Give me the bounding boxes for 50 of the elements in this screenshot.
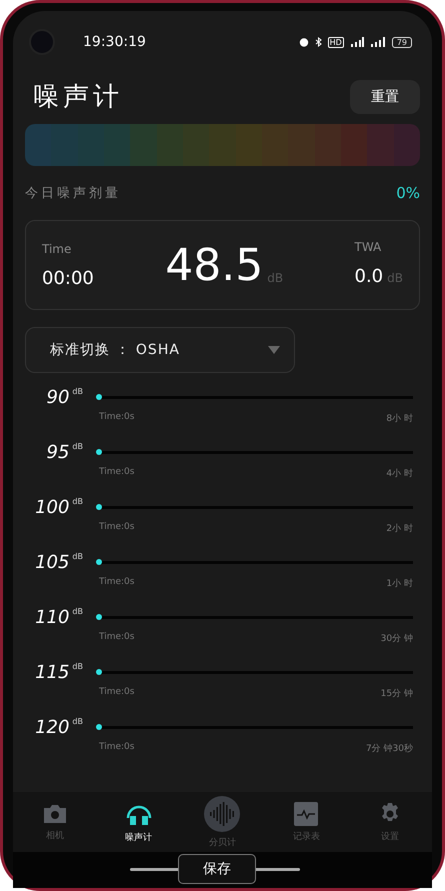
camera-icon	[42, 802, 68, 824]
time-limit: 1小 时	[386, 578, 413, 590]
bluetooth-icon	[314, 37, 322, 47]
unit-label: dB	[72, 552, 83, 561]
exposure-time: Time:0s	[99, 577, 134, 589]
dose-value: 0%	[396, 184, 420, 202]
app-title: 噪声计	[33, 81, 123, 114]
hd-indicator: HD	[328, 36, 344, 48]
time-value: 00:00	[42, 268, 94, 288]
decibel-threshold: 95	[46, 442, 70, 463]
exposure-time: Time:0s	[99, 687, 134, 699]
dose-label: 今日噪声剂量	[25, 185, 121, 202]
unit-label: dB	[72, 497, 83, 506]
pulse-chart-icon	[294, 802, 318, 826]
unit-label: dB	[72, 387, 83, 396]
exposure-time: Time:0s	[99, 467, 134, 479]
time-limit: 7分 钟30秒	[366, 742, 413, 755]
sound-wave-icon	[204, 796, 240, 832]
dropdown-caret-icon	[268, 346, 280, 354]
time-limit: 15分 钟	[380, 688, 413, 700]
reset-button[interactable]: 重置	[350, 80, 420, 114]
decibel-threshold: 100	[35, 497, 70, 518]
time-label: Time	[42, 242, 72, 256]
battery-indicator: 79	[392, 36, 412, 48]
decibel-reading: 48.5	[165, 240, 264, 290]
nav-tab[interactable]: 噪声计	[108, 800, 169, 844]
exposure-time: Time:0s	[99, 412, 134, 424]
unit-label: dB	[72, 607, 83, 616]
decibel-threshold: 110	[35, 607, 70, 628]
time-limit: 2小 时	[386, 522, 413, 535]
signal-icon	[370, 37, 386, 47]
decibel-threshold: 115	[35, 662, 70, 683]
save-button[interactable]: 保存	[178, 854, 256, 884]
twa-label: TWA	[354, 240, 382, 254]
time-limit: 8小 时	[386, 412, 413, 425]
unit-label: dB	[72, 717, 83, 726]
status-time: 19:30:19	[83, 34, 147, 50]
standard-dropdown[interactable]: 标准切换 ： OSHA	[25, 327, 295, 373]
decibel-threshold: 120	[35, 717, 70, 738]
exposure-time: Time:0s	[99, 522, 134, 534]
time-limit: 30分 钟	[380, 632, 413, 645]
signal-icon	[350, 37, 364, 47]
exposure-time: Time:0s	[99, 632, 134, 644]
unit-label: dB	[72, 442, 83, 451]
unit-label: dB	[72, 662, 83, 671]
decibel-threshold: 90	[46, 387, 70, 408]
decibel-threshold: 105	[35, 552, 70, 573]
exposure-time: Time:0s	[99, 742, 134, 754]
twa-value: 0.0	[354, 266, 384, 286]
time-limit: 4小 时	[386, 468, 413, 480]
